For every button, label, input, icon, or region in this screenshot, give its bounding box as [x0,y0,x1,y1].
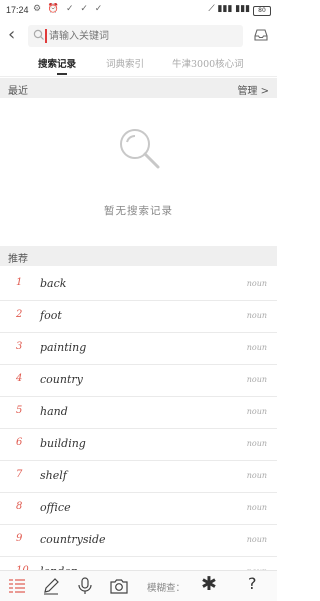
list-item[interactable]: 5 hand noun [0,397,277,429]
camera-icon[interactable] [110,577,128,595]
signal-wifi-icons: ⟋ ▮▮▮ ▮▮▮ [208,4,251,14]
list-item[interactable]: 7 shelf noun [0,461,277,493]
active-tab-indicator [57,73,67,75]
list-item[interactable]: 3 painting noun [0,333,277,365]
list-item[interactable]: 2 foot noun [0,301,277,333]
search-bar: ‹ [0,22,277,50]
item-number: 3 [16,341,23,352]
list-item[interactable]: 9 countryside noun [0,525,277,557]
item-pos: noun [246,343,267,352]
item-pos: noun [246,503,267,512]
tab-oxford-3000[interactable]: 牛津3000核心词 [172,56,244,70]
list-icon[interactable] [8,577,26,595]
search-icon [33,29,44,40]
item-number: 8 [16,501,23,512]
battery-icon: 80 [253,6,271,16]
status-left-icons: ⚙ ⏰ ✓ ✓ ✓ [33,4,105,14]
item-word: foot [40,309,62,322]
help-button[interactable]: ? [248,574,257,593]
item-number: 4 [16,373,23,384]
microphone-icon[interactable] [77,577,93,595]
recent-title: 最近 [8,86,28,97]
tab-bar: 搜索记录 词典索引 牛津3000核心词 [0,52,277,77]
pencil-icon[interactable] [42,577,60,595]
tab-search-history[interactable]: 搜索记录 [38,56,76,70]
item-word: hand [40,405,68,418]
recommend-list: 1 back noun 2 foot noun 3 painting noun … [0,269,277,589]
item-word: shelf [40,469,67,482]
item-number: 9 [16,533,23,544]
empty-state-text: 暂无搜索记录 [104,205,173,217]
list-item[interactable]: 8 office noun [0,493,277,525]
item-number: 2 [16,309,23,320]
item-word: countryside [40,533,106,546]
list-item[interactable]: 6 building noun [0,429,277,461]
item-word: office [40,501,71,514]
status-bar: 17:24 ⚙ ⏰ ✓ ✓ ✓ ⟋ ▮▮▮ ▮▮▮ 80 [0,0,277,22]
back-arrow-icon[interactable]: ‹ [8,25,15,45]
status-time: 17:24 [6,5,29,15]
recent-section-header: 最近 管理 > [0,78,277,98]
item-pos: noun [246,471,267,480]
item-pos: noun [246,535,267,544]
item-pos: noun [246,407,267,416]
magnifier-icon [119,129,159,169]
item-number: 5 [16,405,23,416]
tab-dictionary-index[interactable]: 词典索引 [106,56,144,70]
wildcard-star-button[interactable]: ✱ [201,573,217,595]
item-pos: noun [246,375,267,384]
bottom-toolbar: 模糊查： ✱ ? [0,570,277,601]
manage-button[interactable]: 管理 > [237,82,269,97]
list-item[interactable]: 4 country noun [0,365,277,397]
item-word: back [40,277,67,290]
text-cursor [45,29,47,43]
item-number: 1 [16,277,23,288]
recommend-section-header: 推荐 [0,246,277,266]
item-word: building [40,437,86,450]
search-box[interactable] [28,25,243,47]
empty-state: 暂无搜索记录 [0,125,277,218]
fuzzy-search-label[interactable]: 模糊查： [147,580,185,594]
list-item[interactable]: 1 back noun [0,269,277,301]
item-number: 7 [16,469,23,480]
item-pos: noun [246,439,267,448]
item-pos: noun [246,279,267,288]
inbox-icon[interactable] [253,27,269,43]
search-input[interactable] [49,27,234,45]
item-word: country [40,373,83,386]
item-pos: noun [246,311,267,320]
recommend-title: 推荐 [8,254,28,265]
item-number: 6 [16,437,23,448]
item-word: painting [40,341,87,354]
status-right-icons: ⟋ ▮▮▮ ▮▮▮ 80 [208,4,271,16]
